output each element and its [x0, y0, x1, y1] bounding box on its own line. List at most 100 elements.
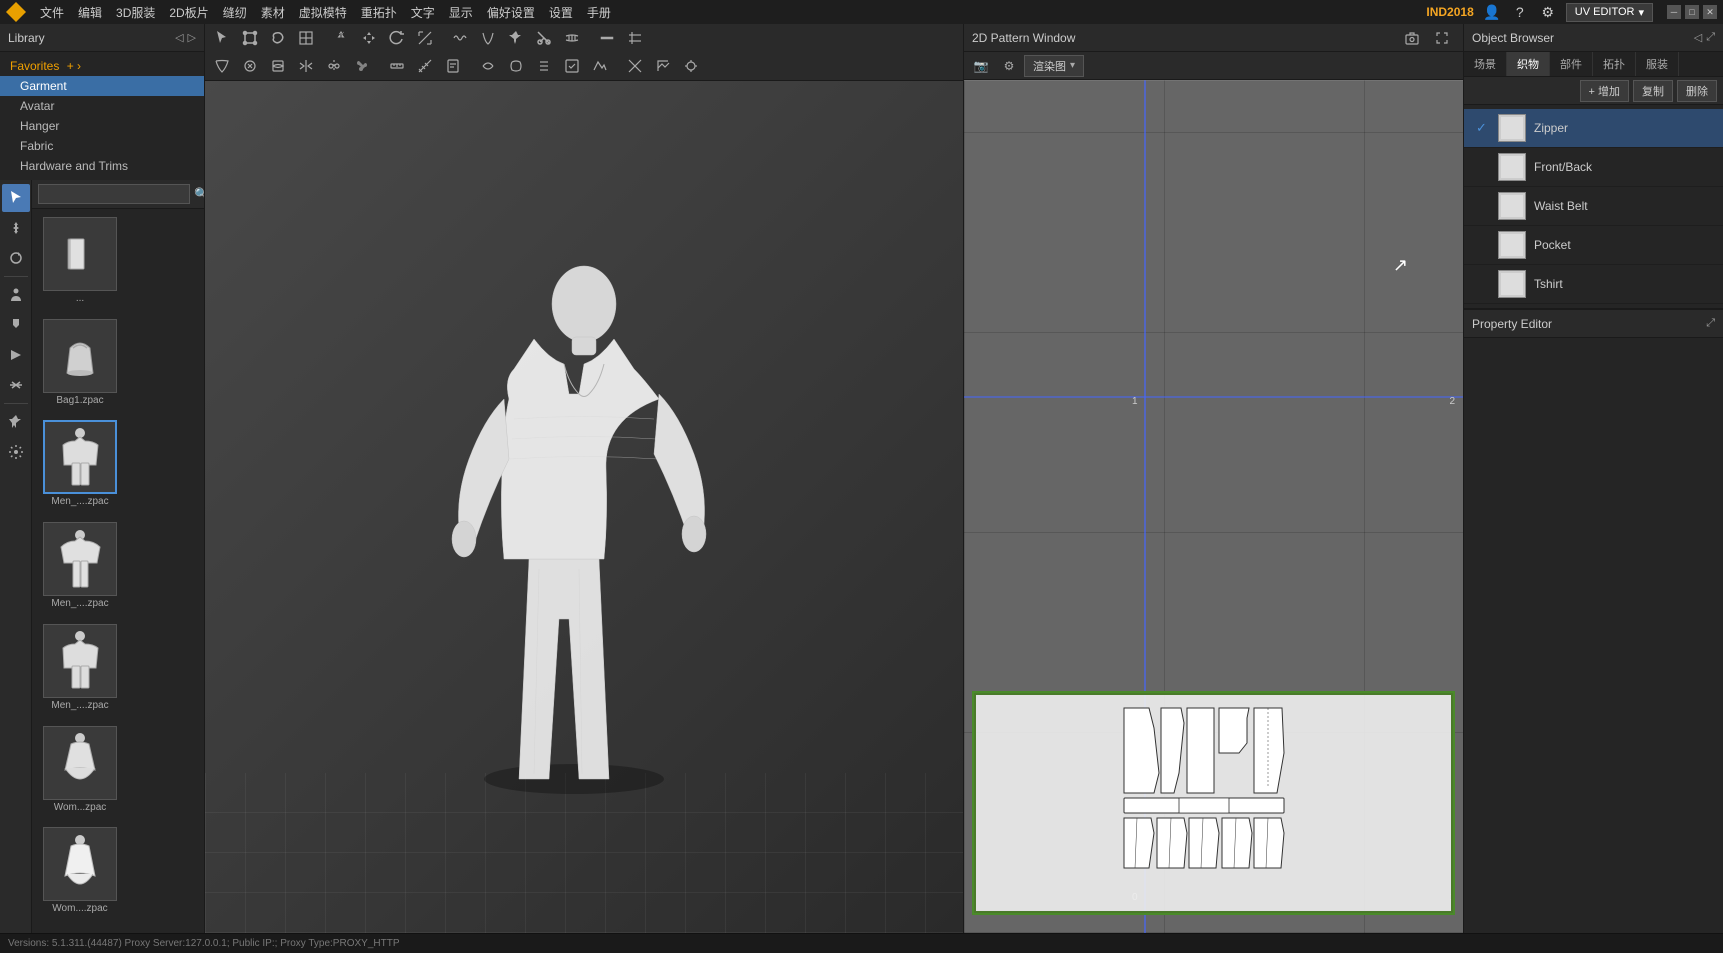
ob-close-icon[interactable]: ⤢: [1706, 31, 1715, 44]
menu-material[interactable]: 素材: [261, 4, 285, 21]
tool-avatar[interactable]: [2, 281, 30, 309]
tab-fabric[interactable]: 织物: [1507, 52, 1550, 76]
menu-settings[interactable]: 设置: [549, 4, 573, 21]
library-item-fabric[interactable]: Fabric: [0, 136, 204, 156]
pattern-fullscreen-icon[interactable]: [1429, 25, 1455, 51]
vt-extra4[interactable]: [559, 53, 585, 79]
menu-sewing[interactable]: 缝纫: [223, 4, 247, 21]
vt-arrows[interactable]: [356, 25, 382, 51]
object-item-waistbelt[interactable]: ✓ Waist Belt: [1464, 187, 1723, 226]
thumb-item-men-suit1[interactable]: Men_....zpac: [40, 420, 120, 518]
vt-extra8[interactable]: [678, 53, 704, 79]
account-icon[interactable]: 👤: [1482, 2, 1502, 22]
object-item-tshirt[interactable]: ✓ Tshirt: [1464, 265, 1723, 304]
window-maximize-button[interactable]: □: [1685, 5, 1699, 19]
vt-extra6[interactable]: [622, 53, 648, 79]
tool-move[interactable]: [2, 214, 30, 242]
tool-rotate[interactable]: [2, 244, 30, 272]
uv-editor-button[interactable]: UV EDITOR ▾: [1566, 3, 1653, 22]
thumb-item-men-shirt[interactable]: Men_....zpac: [40, 522, 120, 620]
menu-edit[interactable]: 编辑: [78, 4, 102, 21]
vt-stitch[interactable]: [559, 25, 585, 51]
thumb-item-men-suit2[interactable]: Men_....zpac: [40, 624, 120, 722]
pt-camera[interactable]: 📷: [968, 53, 994, 79]
vt-wrinkle[interactable]: [447, 25, 473, 51]
vt-fold[interactable]: [622, 25, 648, 51]
pt-render[interactable]: ⚙: [996, 53, 1022, 79]
vt-extra7[interactable]: [650, 53, 676, 79]
vt-extra5[interactable]: [587, 53, 613, 79]
pattern-viewport[interactable]: 2 0 1 1 ↗: [964, 80, 1463, 933]
tool-pin[interactable]: [2, 408, 30, 436]
vt-scale[interactable]: [412, 25, 438, 51]
object-item-frontback[interactable]: ✓ Front/Back: [1464, 148, 1723, 187]
tab-topo[interactable]: 拓扑: [1593, 52, 1636, 76]
window-minimize-button[interactable]: ─: [1667, 5, 1681, 19]
vt-pin[interactable]: [503, 25, 529, 51]
vt-mirror[interactable]: [293, 53, 319, 79]
pe-expand-icon[interactable]: ⤢: [1706, 317, 1715, 330]
3d-viewport-canvas[interactable]: [205, 84, 963, 933]
panel-close-icon[interactable]: ▷: [188, 31, 196, 44]
pattern-camera-icon[interactable]: [1399, 25, 1425, 51]
tool-garment[interactable]: [2, 311, 30, 339]
thumb-item-women-dress2[interactable]: Wom....zpac: [40, 827, 120, 925]
menu-file[interactable]: 文件: [40, 4, 64, 21]
help-icon[interactable]: ?: [1510, 2, 1530, 22]
thumb-item-book[interactable]: ...: [40, 217, 120, 315]
vt-move[interactable]: [328, 25, 354, 51]
tab-parts[interactable]: 部件: [1550, 52, 1593, 76]
menu-2d-panel[interactable]: 2D板片: [169, 4, 208, 21]
menu-retopo[interactable]: 重拓扑: [361, 4, 397, 21]
ob-expand-icon[interactable]: ◁: [1694, 31, 1702, 44]
window-close-button[interactable]: ✕: [1703, 5, 1717, 19]
vt-cut[interactable]: [531, 25, 557, 51]
panel-expand-icon[interactable]: ◁: [175, 31, 183, 44]
menu-help[interactable]: 手册: [587, 4, 611, 21]
settings-icon[interactable]: ⚙: [1538, 2, 1558, 22]
menu-text[interactable]: 文字: [411, 4, 435, 21]
vt-mesh-select[interactable]: [293, 25, 319, 51]
vt-select[interactable]: [209, 25, 235, 51]
menu-preferences[interactable]: 偏好设置: [487, 4, 535, 21]
thumb-item-bag[interactable]: Bag1.zpac: [40, 319, 120, 417]
library-item-garment[interactable]: Garment: [0, 76, 204, 96]
vt-drape[interactable]: [475, 25, 501, 51]
vt-symmetry[interactable]: [321, 53, 347, 79]
object-item-pocket[interactable]: ✓ Pocket: [1464, 226, 1723, 265]
library-favorites[interactable]: Favorites + ›: [0, 56, 204, 76]
menu-3d-garment[interactable]: 3D服装: [116, 4, 155, 21]
delete-object-button[interactable]: 删除: [1677, 80, 1717, 102]
tool-animation[interactable]: [2, 341, 30, 369]
vt-bone[interactable]: [349, 53, 375, 79]
menu-avatar[interactable]: 虚拟模特: [299, 4, 347, 21]
vt-texture[interactable]: [265, 53, 291, 79]
vt-topstitching[interactable]: [594, 25, 620, 51]
library-item-avatar[interactable]: Avatar: [0, 96, 204, 116]
tab-garment[interactable]: 服装: [1636, 52, 1679, 76]
search-input[interactable]: [38, 184, 190, 204]
vt-transform[interactable]: [237, 25, 263, 51]
vt-tuck[interactable]: [237, 53, 263, 79]
add-object-button[interactable]: + 增加: [1580, 80, 1629, 102]
vt-extra3[interactable]: [531, 53, 557, 79]
tab-scene[interactable]: 场景: [1464, 52, 1507, 76]
object-item-zipper[interactable]: ✓ Zipper: [1464, 109, 1723, 148]
tool-stitch[interactable]: [2, 371, 30, 399]
render-mode-dropdown[interactable]: 渲染图 ▾: [1024, 55, 1084, 77]
tool-select[interactable]: [2, 184, 30, 212]
menu-display[interactable]: 显示: [449, 4, 473, 21]
thumb-item-women-dress1[interactable]: Wom...zpac: [40, 726, 120, 824]
vt-cloth-sim[interactable]: [209, 53, 235, 79]
vt-note[interactable]: [440, 53, 466, 79]
vt-measure[interactable]: [412, 53, 438, 79]
vt-ruler[interactable]: [384, 53, 410, 79]
library-item-hardware[interactable]: Hardware and Trims: [0, 156, 204, 176]
vt-lasso[interactable]: [265, 25, 291, 51]
tool-settings2[interactable]: [2, 438, 30, 466]
library-item-hanger[interactable]: Hanger: [0, 116, 204, 136]
vt-rotate[interactable]: [384, 25, 410, 51]
vt-extra1[interactable]: [475, 53, 501, 79]
vt-extra2[interactable]: [503, 53, 529, 79]
duplicate-object-button[interactable]: 复制: [1633, 80, 1673, 102]
